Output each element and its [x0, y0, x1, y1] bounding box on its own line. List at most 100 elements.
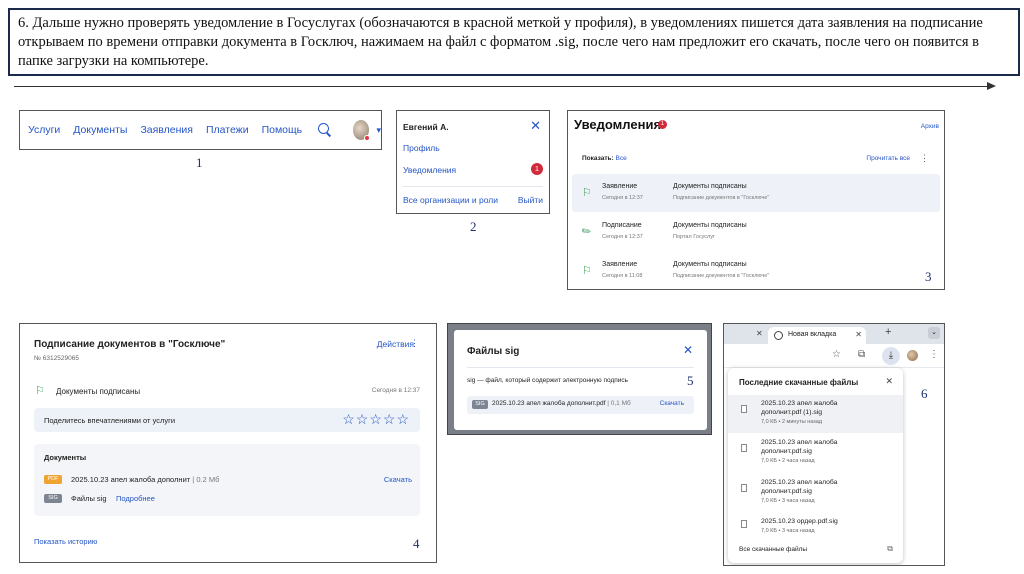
actions-button[interactable]: Действия: [377, 339, 414, 349]
step-number-2: 2: [470, 219, 477, 234]
file-name: 2025.10.23 апел жалоба дополнит.pdf.sig: [761, 479, 838, 495]
divider: [467, 367, 694, 368]
downloads-popup: Последние скачанные файлы ✕ 2025.10.23 а…: [728, 368, 903, 563]
row-desc: Портал Госуслуг: [673, 234, 716, 240]
row-type: Подписание: [602, 222, 642, 229]
nav-documents[interactable]: Документы: [73, 124, 127, 136]
download-icon[interactable]: ⤓: [882, 347, 900, 365]
avatar[interactable]: [907, 350, 918, 361]
nav-help[interactable]: Помощь: [262, 124, 303, 136]
nav-services[interactable]: Услуги: [28, 124, 60, 136]
notification-row[interactable]: ⚐ Заявление Сегодня в 12:37 Документы по…: [572, 174, 940, 212]
search-icon[interactable]: [317, 122, 330, 138]
download-item[interactable]: 2025.10.23 апел жалоба дополнит.pdf.sig …: [728, 474, 903, 512]
all-orgs-link[interactable]: Все организации и роли: [403, 195, 498, 205]
sig-badge: SIG: [44, 494, 62, 503]
gosuslugi-header-panel: Услуги Документы Заявления Платежи Помощ…: [19, 110, 382, 150]
header-nav: Услуги Документы Заявления Платежи Помощ…: [20, 111, 381, 149]
file-icon: [741, 405, 747, 413]
row-time: Сегодня в 12:37: [602, 195, 643, 201]
documents-box: Документы PDF 2025.10.23 апел жалоба доп…: [34, 444, 420, 516]
row-type: Заявление: [602, 183, 638, 190]
avatar[interactable]: [353, 120, 371, 141]
file-meta: 7,0 КБ • 3 часа назад: [761, 528, 815, 534]
close-icon[interactable]: ✕: [885, 376, 893, 387]
status-text: Документы подписаны: [56, 387, 141, 396]
dialog-title: Файлы sig: [467, 346, 520, 357]
download-link[interactable]: Скачать: [660, 400, 684, 407]
tab-strip: ✕ Новая вкладка ✕ + ⌄: [724, 324, 944, 344]
step-number-6: 6: [921, 386, 928, 401]
rating-box: Поделитесь впечатлениями от услуги ☆☆☆☆☆: [34, 408, 420, 432]
close-icon[interactable]: ✕: [855, 330, 862, 339]
file-icon: [741, 484, 747, 492]
flag-icon: ⚐: [35, 385, 45, 397]
sig-file-row[interactable]: SIG 2025.10.23 апел жалоба дополнит.pdf …: [467, 396, 694, 414]
step-number-1: 1: [196, 155, 203, 170]
menu-icon[interactable]: ⋮: [929, 349, 939, 360]
sig-file-size: | 0,1 Мб: [605, 400, 631, 407]
row-time: Сегодня в 12:37: [602, 234, 643, 240]
close-icon[interactable]: ✕: [683, 343, 693, 357]
pdf-file[interactable]: 2025.10.23 апел жалоба дополнит | 0.2 Мб: [71, 475, 219, 484]
open-external-icon[interactable]: ⧉: [887, 544, 893, 554]
downloads-title: Последние скачанные файлы: [739, 378, 859, 387]
notification-row[interactable]: ⚐ Заявление Сегодня в 11:08 Документы по…: [572, 252, 940, 289]
step-number-4: 4: [413, 536, 420, 551]
row-desc: Подписание документов в "Госключе": [673, 195, 770, 201]
download-item[interactable]: 2025.10.23 апел жалоба дополнит.pdf.sig …: [728, 434, 903, 472]
browser-toolbar: ☆ ⧉ ⤓ ⋮: [724, 344, 944, 368]
read-all-button[interactable]: Прочитать все: [866, 155, 910, 162]
sig-files-dialog-panel: Файлы sig ✕ sig — файл, который содержит…: [447, 323, 712, 435]
profile-link[interactable]: Профиль: [403, 143, 440, 153]
documents-header: Документы: [44, 453, 87, 462]
close-icon[interactable]: ✕: [530, 118, 541, 134]
sig-badge: SIG: [472, 400, 488, 409]
archive-link[interactable]: Архив: [921, 123, 939, 130]
document-title: Подписание документов в "Госключе": [34, 339, 226, 350]
notification-row[interactable]: ✎ Подписание Сегодня в 12:37 Документы п…: [572, 213, 940, 251]
feedback-label: Поделитесь впечатлениями от услуги: [44, 416, 176, 425]
more-icon[interactable]: ⋮: [410, 338, 419, 349]
file-meta: 7,0 КБ • 3 часа назад: [761, 498, 815, 504]
pdf-file-size: | 0.2 Мб: [190, 475, 220, 484]
sig-files-dialog: Файлы sig ✕ sig — файл, который содержит…: [454, 330, 707, 430]
dialog-desc: sig — файл, который содержит электронную…: [467, 377, 629, 384]
download-item[interactable]: 2025.10.23 апел жалоба дополнит.pdf (1).…: [728, 395, 903, 433]
chevron-down-icon[interactable]: ▾: [376, 125, 381, 136]
status-time: Сегодня в 12:37: [371, 387, 420, 394]
globe-icon: [774, 331, 783, 340]
profile-menu-panel: Евгений А. ✕ Профиль Уведомления 1 Все о…: [396, 110, 550, 214]
more-icon[interactable]: ⋮: [920, 153, 929, 164]
divider: [403, 186, 543, 187]
sig-file: 2025.10.23 апел жалоба дополнит.pdf | 0,…: [492, 400, 631, 407]
rating-stars-icon[interactable]: ☆☆☆☆☆: [342, 411, 410, 428]
extensions-icon[interactable]: ⧉: [858, 349, 865, 360]
more-link[interactable]: Подробнее: [116, 494, 155, 503]
tab-menu-icon[interactable]: ⌄: [928, 327, 940, 339]
notification-badge: 1: [531, 163, 543, 175]
row-type: Заявление: [602, 261, 638, 268]
nav-payments[interactable]: Платежи: [206, 124, 249, 136]
filter-value[interactable]: Все: [616, 155, 627, 162]
tab-new[interactable]: Новая вкладка ✕: [768, 327, 866, 344]
all-downloads-link[interactable]: Все скачанные файлы: [739, 546, 807, 553]
file-meta: 7,0 КБ • 2 часа назад: [761, 458, 815, 464]
instruction-text: 6. Дальше нужно проверять уведомление в …: [8, 8, 1020, 76]
nav-applications[interactable]: Заявления: [140, 124, 193, 136]
step-number-5: 5: [687, 373, 694, 388]
new-tab-icon[interactable]: +: [885, 326, 891, 338]
download-link[interactable]: Скачать: [384, 475, 412, 484]
notifications-title: Уведомления: [574, 117, 662, 132]
star-icon[interactable]: ☆: [832, 349, 841, 360]
instruction-arrow: [14, 81, 996, 90]
show-history-link[interactable]: Показать историю: [34, 537, 97, 546]
notifications-link[interactable]: Уведомления: [403, 165, 456, 175]
logout-link[interactable]: Выйти: [518, 195, 543, 205]
pdf-file-name: 2025.10.23 апел жалоба дополнит: [71, 475, 191, 484]
file-icon: [741, 444, 747, 452]
row-title: Документы подписаны: [673, 183, 747, 190]
user-name: Евгений А.: [403, 122, 449, 132]
close-tab-icon[interactable]: ✕: [756, 329, 763, 338]
sig-files-label[interactable]: Файлы sig: [71, 494, 107, 503]
